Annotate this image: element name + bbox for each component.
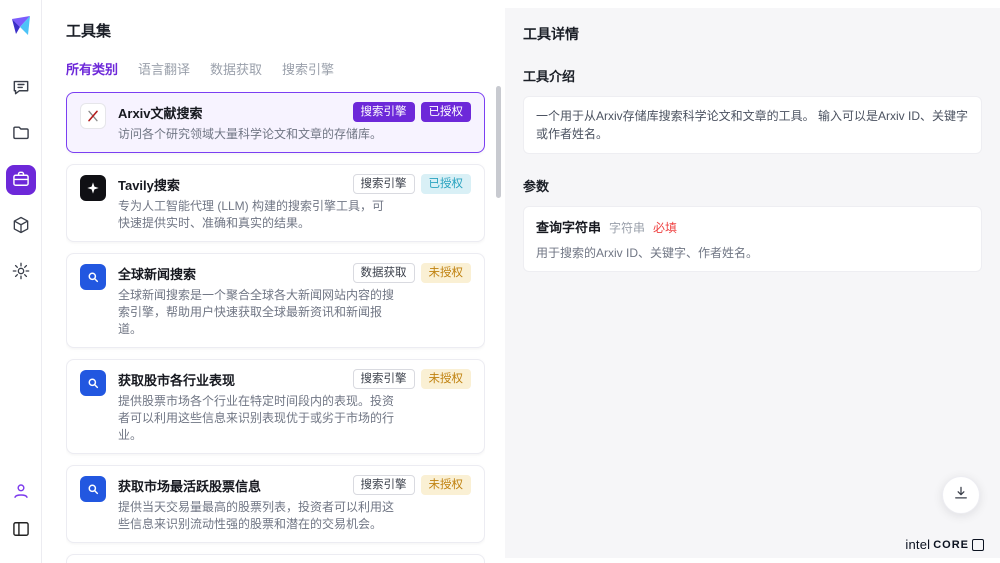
arxiv-icon: [80, 103, 106, 129]
tool-description: 提供股票市场各个行业在特定时间段内的表现。投资者可以利用这些信息来识别表现优于或…: [118, 393, 395, 444]
tool-description: 专为人工智能代理 (LLM) 构建的搜索引擎工具，可快速提供实时、准确和真实的结…: [118, 198, 395, 232]
tool-description: 全球新闻搜索是一个聚合全球各大新闻网站内容的搜索引擎，帮助用户快速获取全球最新资…: [118, 287, 395, 338]
tool-name: Arxiv文献搜索: [118, 103, 203, 122]
tool-card-active-stocks[interactable]: 获取市场最活跃股票信息 搜索引擎 未授权 提供当天交易量最高的股票列表，投资者可…: [66, 465, 485, 543]
category-tabs: 所有类别 语言翻译 数据获取 搜索引擎: [66, 59, 485, 78]
category-badge: 搜索引擎: [353, 475, 415, 495]
tool-description: 访问各个研究领域大量科学论文和文章的存储库。: [118, 126, 395, 143]
user-icon: [11, 481, 31, 504]
tool-cards: Arxiv文献搜索 搜索引擎 已授权 访问各个研究领域大量科学论文和文章的存储库…: [66, 92, 485, 563]
tab-search-engine[interactable]: 搜索引擎: [282, 59, 334, 78]
sidebar-item-chat[interactable]: [6, 73, 36, 103]
intel-core-text: CORE: [933, 539, 969, 551]
sidebar-item-account[interactable]: [6, 477, 36, 507]
tool-card-global-news[interactable]: 全球新闻搜索 数据获取 未授权 全球新闻搜索是一个聚合全球各大新闻网站内容的搜索…: [66, 253, 485, 348]
download-icon: [952, 484, 970, 507]
auth-badge: 已授权: [421, 102, 472, 122]
tavily-icon: [80, 175, 106, 201]
param-description: 用于搜索的Arxiv ID、关键字、作者姓名。: [536, 244, 969, 261]
tool-card-tavily[interactable]: Tavily搜索 搜索引擎 已授权 专为人工智能代理 (LLM) 构建的搜索引擎…: [66, 164, 485, 242]
detail-title: 工具详情: [523, 24, 982, 44]
list-scrollbar: [496, 84, 501, 555]
tool-name: 获取股市各行业表现: [118, 370, 235, 389]
tool-name: Tavily搜索: [118, 175, 180, 194]
auth-badge: 未授权: [421, 263, 472, 283]
tool-name: 获取市场最活跃股票信息: [118, 476, 261, 495]
category-badge: 搜索引擎: [353, 174, 415, 194]
tool-name: 全球新闻搜索: [118, 264, 196, 283]
sidebar-item-tools[interactable]: [6, 165, 36, 195]
tool-card-sector-performance[interactable]: 获取股市各行业表现 搜索引擎 未授权 提供股票市场各个行业在特定时间段内的表现。…: [66, 359, 485, 454]
category-badge: 搜索引擎: [353, 102, 415, 122]
intel-badge-box: [972, 539, 984, 551]
sidebar-item-settings[interactable]: [6, 257, 36, 287]
tool-card-regional-news[interactable]: 万维地区新闻查询 搜索引擎 未授权 查询具体行政区划内的新闻，快速了解各地新闻动: [66, 554, 485, 563]
tab-translation[interactable]: 语言翻译: [138, 59, 190, 78]
param-required-badge: 必填: [653, 219, 677, 236]
category-badge: 搜索引擎: [353, 369, 415, 389]
sidebar-item-files[interactable]: [6, 119, 36, 149]
app-window: 工具集 所有类别 语言翻译 数据获取 搜索引擎 Arxiv文献搜索: [0, 0, 1000, 563]
panel-icon: [11, 519, 31, 542]
intel-brand-text: intel: [905, 537, 930, 552]
tool-description: 提供当天交易量最高的股票列表，投资者可以利用这些信息来识别流动性强的股票和潜在的…: [118, 499, 395, 533]
app-logo: [9, 14, 33, 43]
page-title: 工具集: [66, 20, 485, 41]
sidebar: [0, 0, 42, 563]
scrollbar-thumb[interactable]: [496, 86, 501, 198]
gear-icon: [11, 261, 31, 284]
tool-intro-text: 一个用于从Arxiv存储库搜索科学论文和文章的工具。 输入可以是Arxiv ID…: [536, 107, 969, 143]
sidebar-item-apps[interactable]: [6, 211, 36, 241]
auth-badge: 未授权: [421, 475, 472, 495]
param-card: 查询字符串 字符串 必填 用于搜索的Arxiv ID、关键字、作者姓名。: [523, 206, 982, 272]
cube-icon: [11, 215, 31, 238]
tool-card-arxiv[interactable]: Arxiv文献搜索 搜索引擎 已授权 访问各个研究领域大量科学论文和文章的存储库…: [66, 92, 485, 153]
folder-icon: [11, 123, 31, 146]
category-badge: 数据获取: [353, 263, 415, 283]
tool-intro-card: 一个用于从Arxiv存储库搜索科学论文和文章的工具。 输入可以是Arxiv ID…: [523, 96, 982, 154]
tab-all-categories[interactable]: 所有类别: [66, 59, 118, 78]
params-section-title: 参数: [523, 176, 982, 195]
tool-detail-panel: 工具详情 工具介绍 一个用于从Arxiv存储库搜索科学论文和文章的工具。 输入可…: [505, 0, 1000, 563]
auth-badge: 未授权: [421, 369, 472, 389]
news-search-icon: [80, 370, 106, 396]
param-name: 查询字符串: [536, 217, 601, 236]
sidebar-item-collapse[interactable]: [6, 515, 36, 545]
news-search-icon: [80, 476, 106, 502]
param-type: 字符串: [609, 219, 645, 236]
briefcase-icon: [11, 169, 31, 192]
intro-section-title: 工具介绍: [523, 66, 982, 85]
intel-core-logo: intel CORE: [905, 537, 984, 552]
tool-list-panel: 工具集 所有类别 语言翻译 数据获取 搜索引擎 Arxiv文献搜索: [42, 0, 505, 563]
chat-icon: [11, 77, 31, 100]
news-search-icon: [80, 264, 106, 290]
auth-badge: 已授权: [421, 174, 472, 194]
tab-data-fetch[interactable]: 数据获取: [210, 59, 262, 78]
download-button[interactable]: [942, 476, 980, 514]
